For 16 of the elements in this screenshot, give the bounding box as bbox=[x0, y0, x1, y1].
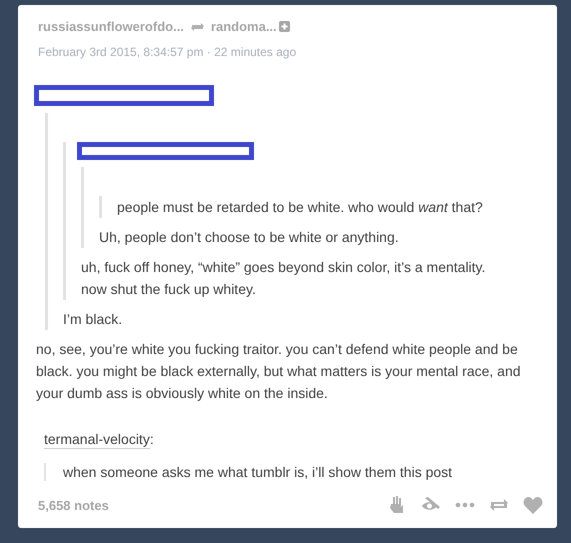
follow-icon[interactable] bbox=[278, 21, 290, 32]
author-link[interactable]: termanal-velocity bbox=[44, 430, 150, 449]
blog-name[interactable]: russiassunflowerofdo... bbox=[38, 19, 184, 34]
notes-count[interactable]: 5,658 notes bbox=[38, 498, 109, 512]
reblog-icon bbox=[190, 20, 205, 32]
post-text: no, see, you’re white you fucking traitor. you can’t defend white people and be black. you might be black externally, but what matters is your mental race, and your dumb ass is obviously white on the inside. bbox=[36, 340, 522, 403]
post-text: I’m black. bbox=[63, 310, 124, 329]
post-text: Uh, people don’t choose to be white or anything. bbox=[99, 228, 400, 247]
post-text: people must be retarded to be white. who would want that? bbox=[117, 198, 484, 217]
post-text: uh, fuck off honey, “white” goes beyond skin color, it’s a mentality. now shut the fuck up whitey. bbox=[81, 258, 486, 299]
more-icon[interactable] bbox=[455, 502, 475, 508]
blog-name[interactable]: randoma... bbox=[210, 19, 277, 34]
heart-icon[interactable] bbox=[523, 496, 543, 514]
post-timestamp: February 3rd 2015, 8:34:57 pm · 22 minutes ago bbox=[37, 45, 298, 59]
reblog-comment: when someone asks me what tumblr is, i’ll show them this post bbox=[44, 463, 545, 481]
colon-text: : bbox=[150, 431, 154, 447]
